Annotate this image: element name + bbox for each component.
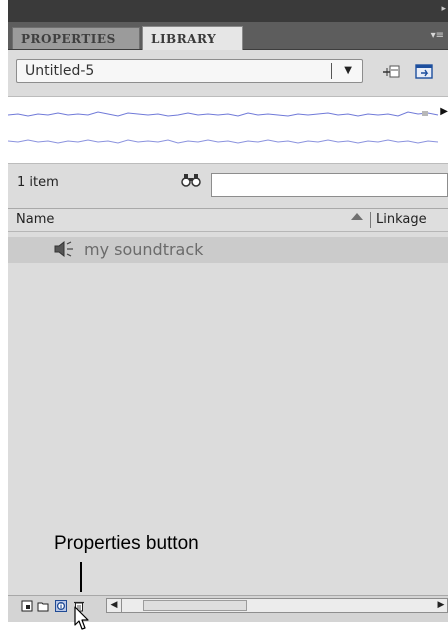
item-name: my soundtrack	[84, 240, 204, 259]
sound-icon	[54, 240, 73, 258]
annotation-label: Properties button	[54, 533, 199, 555]
panel-tab-bar: PROPERTIES LIBRARY ▾≡	[8, 22, 448, 50]
waveform-graphic	[8, 111, 439, 144]
new-folder-icon[interactable]	[37, 600, 49, 612]
svg-text:i: i	[60, 603, 62, 610]
scroll-right-arrow-icon[interactable]: ▶	[435, 599, 447, 612]
tab-library[interactable]: LIBRARY	[142, 26, 243, 50]
column-header-linkage[interactable]: Linkage	[376, 212, 427, 227]
column-divider[interactable]	[370, 212, 371, 228]
column-header-name[interactable]: Name	[16, 212, 54, 227]
properties-icon[interactable]: i	[55, 600, 67, 612]
horizontal-scrollbar[interactable]: ◀ ▶	[106, 598, 448, 613]
annotation-pointer-line	[80, 562, 82, 592]
select-divider	[331, 63, 332, 79]
tab-properties[interactable]: PROPERTIES	[12, 27, 140, 49]
new-library-panel-icon[interactable]	[414, 62, 436, 82]
library-search-input[interactable]	[211, 173, 448, 197]
panel-title-strip: ▸	[8, 0, 448, 22]
sort-ascending-icon[interactable]	[351, 213, 363, 220]
collapse-panel-icon[interactable]: ▸	[441, 4, 446, 14]
scrollbar-thumb[interactable]	[143, 600, 247, 611]
panel-menu-icon[interactable]: ▾≡	[431, 30, 444, 41]
document-select-value: Untitled-5	[25, 63, 95, 79]
scroll-left-arrow-icon[interactable]: ◀	[107, 599, 122, 612]
document-select[interactable]: Untitled-5 ▼	[16, 59, 363, 83]
mouse-cursor-icon	[74, 606, 89, 630]
stop-preview-icon[interactable]	[422, 111, 428, 116]
play-preview-icon[interactable]: ▶	[440, 106, 448, 117]
new-symbol-icon[interactable]	[21, 600, 33, 612]
chevron-down-icon[interactable]: ▼	[344, 60, 352, 82]
waveform-preview: ▶	[8, 96, 448, 164]
pin-library-icon[interactable]	[381, 62, 403, 82]
item-count: 1 item	[17, 175, 59, 190]
binoculars-icon	[181, 174, 201, 187]
